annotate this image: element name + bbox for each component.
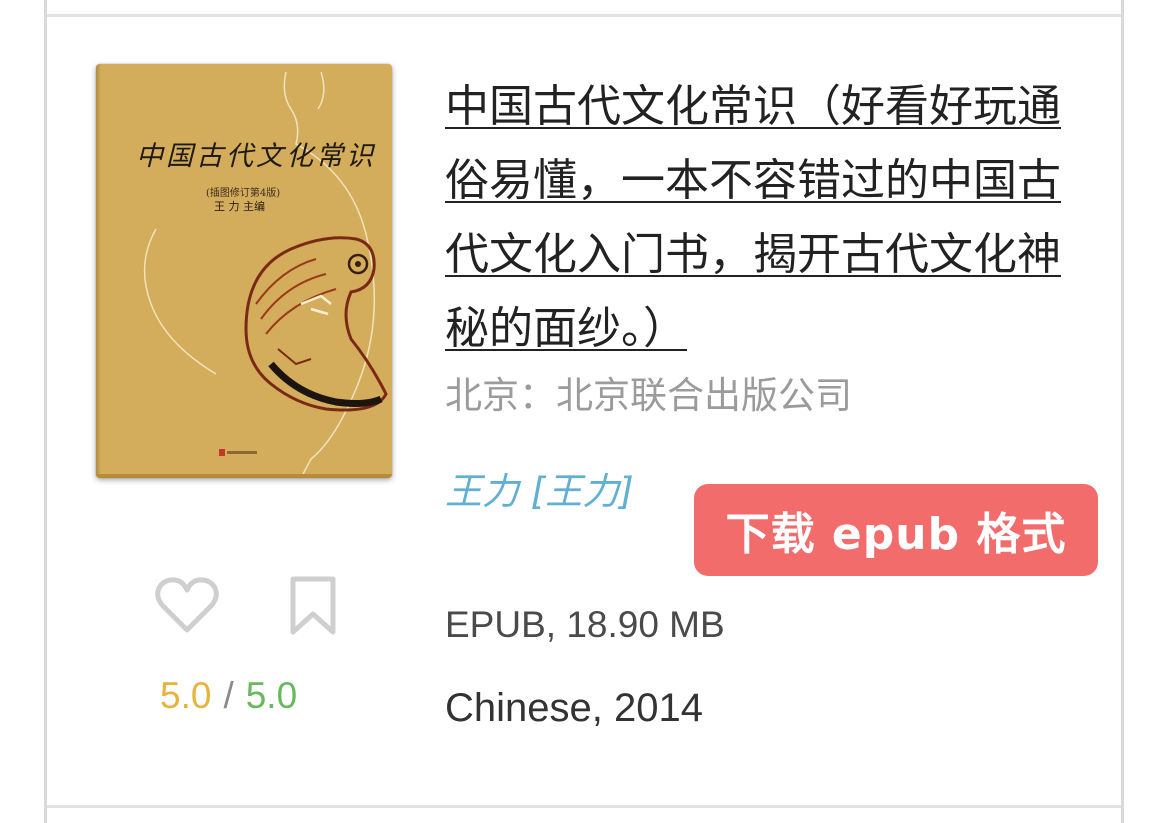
divider-bottom	[47, 805, 1121, 808]
heart-icon[interactable]	[155, 576, 219, 636]
file-format-size: EPUB, 18.90 MB	[445, 604, 725, 645]
frame-border-left	[44, 0, 47, 823]
book-listing-card: 中国古代文化常识 (插图修订第4版) 王 力 主编 5.0 / 5.0 中国古代文化…	[0, 0, 1170, 823]
cover-title: 中国古代文化常识	[136, 141, 376, 172]
rating: 5.0 / 5.0	[160, 676, 297, 716]
bookmark-icon[interactable]	[287, 576, 339, 636]
average-rating: 5.0	[245, 675, 298, 716]
cover-illustration	[143, 71, 388, 478]
author-link[interactable]: 王力 [王力]	[445, 468, 634, 516]
cover-subtitle: (插图修订第4版)	[206, 188, 281, 199]
frame-border-right	[1121, 0, 1124, 823]
download-epub-button[interactable]: 下载 epub 格式	[694, 484, 1098, 576]
book-title-link[interactable]: 中国古代文化常识（好看好玩通俗易懂，一本不容错过的中国古代文化入门书，揭开古代文…	[445, 70, 1085, 366]
cover-editor: 王 力 主编	[214, 200, 265, 213]
cover-bottom-edge	[96, 474, 392, 478]
book-cover[interactable]: 中国古代文化常识 (插图修订第4版) 王 力 主编	[96, 64, 392, 478]
publisher: 北京：北京联合出版公司	[445, 374, 852, 417]
divider-top	[47, 14, 1121, 17]
user-rating: 5.0	[160, 675, 212, 716]
language-year: Chinese, 2014	[445, 686, 703, 730]
rating-separator: /	[223, 675, 234, 716]
publisher-logo-icon	[219, 449, 257, 456]
